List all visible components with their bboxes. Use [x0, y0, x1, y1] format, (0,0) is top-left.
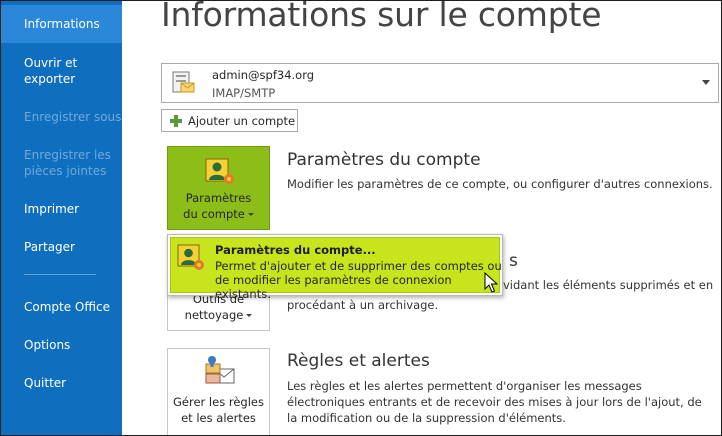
account-mail-icon	[172, 71, 195, 93]
backstage-sidebar: Informations Ouvrir et exporter Enregist…	[1, 1, 122, 435]
sidebar-item-informations[interactable]: Informations	[1, 5, 122, 43]
account-settings-icon	[177, 244, 204, 270]
account-settings-description: Modifier les paramètres de ce compte, ou…	[287, 177, 713, 191]
rules-tile-line1: Gérer les règles	[173, 395, 264, 409]
account-email: admin@spf34.org	[212, 68, 315, 82]
rules-tile-line2: et les alertes	[181, 411, 256, 425]
account-settings-tile[interactable]: Paramètres du compte	[167, 146, 270, 230]
sidebar-item-partager[interactable]: Partager	[1, 239, 122, 255]
account-settings-title: Paramètres du compte	[287, 150, 481, 170]
account-settings-dropdown: Paramètres du compte... Permet d'ajouter…	[167, 234, 503, 301]
rules-alerts-description: Les règles et les alertes permettent d'o…	[287, 379, 702, 425]
account-settings-tile-line2: du compte	[183, 207, 245, 221]
rules-alerts-tile[interactable]: Gérer les règles et les alertes	[167, 348, 270, 435]
cleanup-description-line1: vidant les éléments supprimés et en	[503, 278, 714, 292]
cleanup-title-fragment: s	[509, 251, 518, 271]
menu-item-title: Paramètres du compte...	[215, 243, 376, 257]
sidebar-item-enregistrer-pieces-jointes: Enregistrer les pièces jointes	[24, 148, 111, 178]
plus-icon	[170, 114, 182, 127]
add-account-button[interactable]: Ajouter un compte	[161, 109, 298, 132]
cleanup-tile-line2-wrap: nettoyage	[168, 308, 269, 323]
chevron-down-icon	[246, 314, 253, 317]
sidebar-item-ouvrir-exporter[interactable]: Ouvrir et exporter	[1, 55, 122, 87]
sidebar-item-options[interactable]: Options	[1, 337, 122, 353]
page-title: Informations sur le compte	[161, 0, 602, 34]
sidebar-divider	[24, 274, 96, 275]
cleanup-tile-line2: nettoyage	[184, 308, 244, 322]
account-settings-tile-line1: Paramètres	[185, 191, 252, 205]
account-selector[interactable]: admin@spf34.org IMAP/SMTP	[161, 63, 719, 103]
window: Informations Ouvrir et exporter Enregist…	[0, 0, 722, 436]
menu-item-description: Permet d'ajouter et de supprimer des com…	[215, 259, 502, 301]
account-settings-menu-item[interactable]: Paramètres du compte... Permet d'ajouter…	[170, 237, 502, 301]
add-account-label: Ajouter un compte	[188, 113, 296, 128]
rules-alerts-icon	[205, 356, 235, 384]
mouse-cursor-icon	[484, 272, 498, 293]
account-settings-tile-line2-wrap: du compte	[168, 207, 269, 222]
account-protocol: IMAP/SMTP	[212, 86, 276, 100]
main-panel: Informations sur le compte admin@spf34.o…	[123, 1, 721, 435]
chevron-down-icon	[702, 80, 710, 85]
chevron-down-icon	[247, 213, 254, 216]
sidebar-item-compte-office[interactable]: Compte Office	[1, 299, 122, 315]
rules-alerts-title: Règles et alertes	[287, 351, 430, 371]
sidebar-item-quitter[interactable]: Quitter	[1, 375, 122, 391]
sidebar-item-enregistrer-sous: Enregistrer sous	[24, 110, 122, 124]
account-settings-icon	[205, 158, 234, 184]
sidebar-item-imprimer[interactable]: Imprimer	[1, 201, 122, 217]
